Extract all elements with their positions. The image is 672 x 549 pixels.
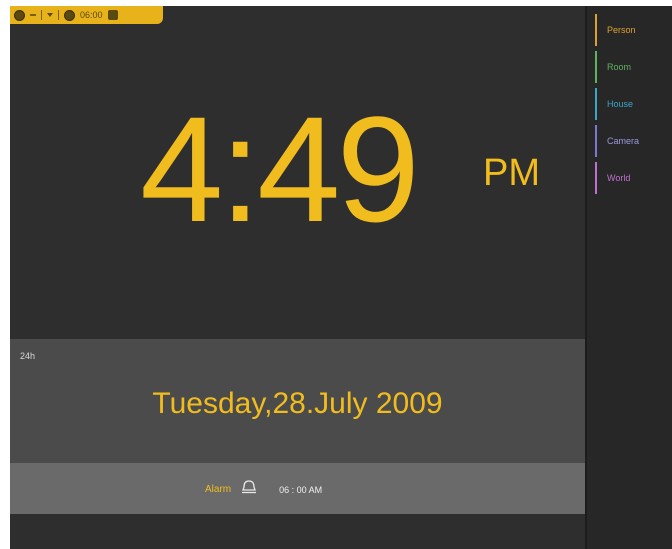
date-panel: 24h Tuesday,28.July 2009 [10, 339, 585, 463]
time-format-toggle[interactable]: 24h [20, 351, 35, 361]
sidebar-item-world[interactable]: World [595, 162, 672, 194]
toolbar-divider [58, 10, 59, 20]
window-toolbar: 06:00 [10, 6, 163, 24]
sidebar-item-label: House [607, 99, 634, 109]
date-text: Tuesday,28.July 2009 [152, 387, 443, 420]
chevron-down-icon[interactable] [47, 13, 53, 17]
sidebar-item-house[interactable]: House [595, 88, 672, 120]
clock-time: 4:49 [140, 85, 420, 253]
sidebar-item-label: Room [607, 62, 632, 72]
clock-app-window: 06:00 4:49 PM 24h Tuesday,28.July 2009 A… [10, 6, 672, 549]
sidebar-item-camera[interactable]: Camera [595, 125, 672, 157]
sidebar-item-label: World [607, 173, 631, 183]
close-icon[interactable] [14, 9, 25, 21]
sidebar-item-person[interactable]: Person [595, 14, 672, 46]
alarm-label: Alarm [205, 484, 232, 495]
sidebar-item-room[interactable]: Room [595, 51, 672, 83]
sidebar-item-label: Person [607, 25, 636, 35]
minimize-icon[interactable] [30, 14, 36, 16]
settings-icon[interactable] [107, 10, 118, 20]
alarm-clock-icon[interactable] [64, 9, 75, 21]
view-sidebar: Person Room House Camera World [585, 6, 672, 549]
alarm-panel: Alarm 06 : 00 AM [10, 463, 585, 514]
toolbar-divider [41, 10, 42, 20]
clock-ampm: PM [483, 152, 540, 194]
alarm-bell-icon[interactable] [241, 480, 257, 499]
sidebar-item-label: Camera [607, 136, 640, 146]
toolbar-alarm-time: 06:00 [80, 10, 103, 20]
alarm-time: 06 : 00 AM [279, 484, 323, 495]
